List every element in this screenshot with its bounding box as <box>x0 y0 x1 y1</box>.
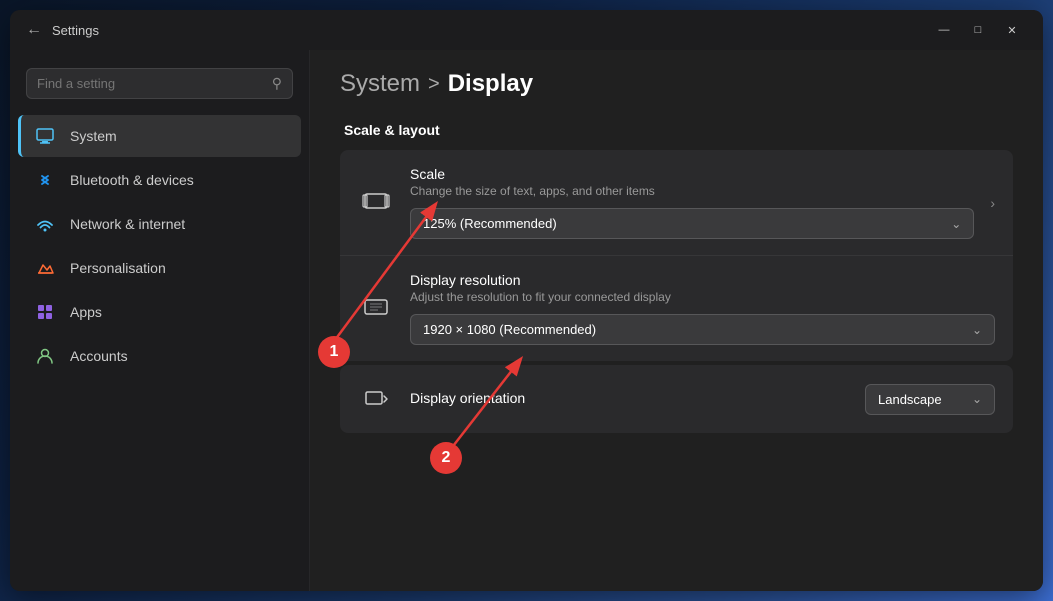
resolution-row: Display resolution Adjust the resolution… <box>340 256 1013 361</box>
settings-window: ← Settings — □ ✕ ⚲ <box>10 10 1043 591</box>
orientation-dropdown-arrow-icon: ⌄ <box>972 392 982 406</box>
main-layout: ⚲ System Blue <box>10 50 1043 591</box>
annotation-1: 1 <box>318 336 350 368</box>
orientation-dropdown-value: Landscape <box>878 392 964 407</box>
sidebar-item-accounts[interactable]: Accounts <box>18 335 301 377</box>
resolution-dropdown-arrow-icon: ⌄ <box>972 323 982 337</box>
sidebar: ⚲ System Blue <box>10 50 310 591</box>
search-container: ⚲ <box>10 60 309 115</box>
scale-row: Scale Change the size of text, apps, and… <box>340 150 1013 256</box>
maximize-button[interactable]: □ <box>963 18 993 42</box>
resolution-title: Display resolution <box>410 272 995 288</box>
resolution-subtitle: Adjust the resolution to fit your connec… <box>410 290 995 304</box>
close-button[interactable]: ✕ <box>997 18 1027 42</box>
sidebar-label-personalisation: Personalisation <box>70 260 166 276</box>
scale-dropdown-arrow-icon: ⌄ <box>951 217 961 231</box>
bluetooth-icon <box>34 169 56 191</box>
sidebar-item-apps[interactable]: Apps <box>18 291 301 333</box>
scale-layout-card: Scale Change the size of text, apps, and… <box>340 150 1013 361</box>
scale-chevron-icon: › <box>990 195 995 211</box>
sidebar-item-network[interactable]: Network & internet <box>18 203 301 245</box>
breadcrumb-current: Display <box>448 70 533 98</box>
accounts-icon <box>34 345 56 367</box>
scale-dropdown-value: 125% (Recommended) <box>423 216 943 231</box>
sidebar-label-system: System <box>70 128 117 144</box>
resolution-dropdown-value: 1920 × 1080 (Recommended) <box>423 322 964 337</box>
minimize-button[interactable]: — <box>929 18 959 42</box>
scale-subtitle: Change the size of text, apps, and other… <box>410 184 974 198</box>
window-title: Settings <box>52 23 99 38</box>
section-title-scale-layout: Scale & layout <box>340 122 1013 138</box>
sidebar-label-apps: Apps <box>70 304 102 320</box>
system-icon <box>34 125 56 147</box>
orientation-card: Display orientation Landscape ⌄ <box>340 365 1013 433</box>
network-icon <box>34 213 56 235</box>
personalisation-icon <box>34 257 56 279</box>
orientation-title: Display orientation <box>410 390 849 406</box>
search-box[interactable]: ⚲ <box>26 68 293 99</box>
resolution-dropdown[interactable]: 1920 × 1080 (Recommended) ⌄ <box>410 314 995 345</box>
sidebar-label-network: Network & internet <box>70 216 185 232</box>
scale-text: Scale Change the size of text, apps, and… <box>410 166 974 239</box>
titlebar: ← Settings — □ ✕ <box>10 10 1043 50</box>
orientation-dropdown[interactable]: Landscape ⌄ <box>865 384 995 415</box>
sidebar-label-accounts: Accounts <box>70 348 128 364</box>
sidebar-label-bluetooth: Bluetooth & devices <box>70 172 194 188</box>
orientation-control: Landscape ⌄ <box>865 384 995 415</box>
sidebar-item-personalisation[interactable]: Personalisation <box>18 247 301 289</box>
content-area: System > Display Scale & layout <box>310 50 1043 591</box>
annotation-2: 2 <box>430 442 462 474</box>
scale-title: Scale <box>410 166 974 182</box>
window-controls: — □ ✕ <box>929 18 1027 42</box>
breadcrumb-separator: > <box>428 73 440 96</box>
sidebar-item-system[interactable]: System <box>18 115 301 157</box>
search-input[interactable] <box>37 76 264 91</box>
resolution-text: Display resolution Adjust the resolution… <box>410 272 995 345</box>
scale-dropdown[interactable]: 125% (Recommended) ⌄ <box>410 208 974 239</box>
breadcrumb: System > Display <box>340 70 1013 98</box>
sidebar-item-bluetooth[interactable]: Bluetooth & devices <box>18 159 301 201</box>
orientation-text: Display orientation <box>410 390 849 408</box>
apps-icon <box>34 301 56 323</box>
search-icon: ⚲ <box>272 75 282 92</box>
resolution-icon <box>358 291 394 327</box>
breadcrumb-parent: System <box>340 70 420 98</box>
back-button[interactable]: ← <box>26 22 42 38</box>
orientation-icon <box>358 381 394 417</box>
scale-icon <box>358 185 394 221</box>
orientation-row: Display orientation Landscape ⌄ <box>340 365 1013 433</box>
